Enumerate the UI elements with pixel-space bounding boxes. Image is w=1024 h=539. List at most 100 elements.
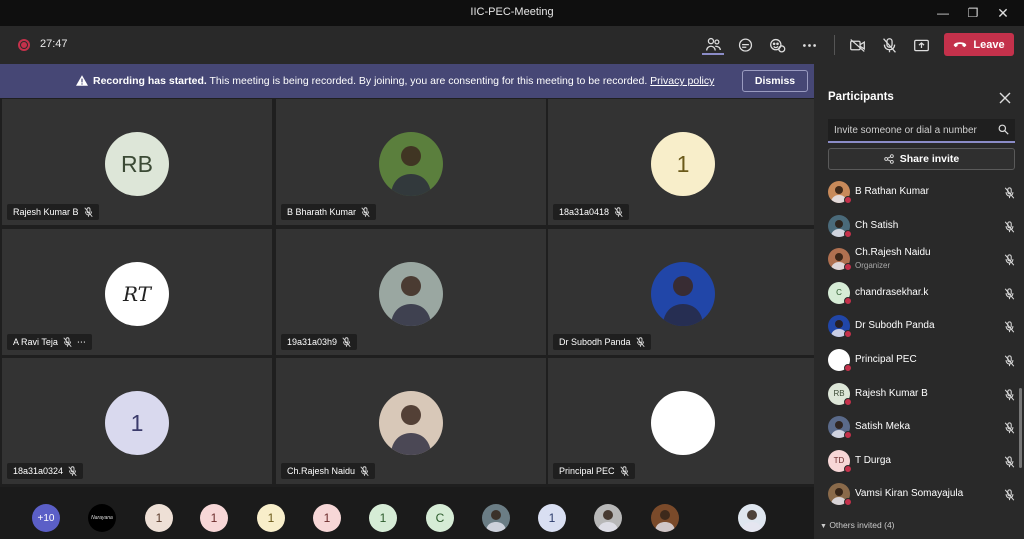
close-window-icon[interactable]: ✕ (988, 0, 1018, 26)
strip-avatar[interactable] (594, 504, 622, 532)
strip-avatar[interactable] (651, 504, 679, 532)
participant-initials: C (836, 288, 842, 298)
participant-avatar: RT (105, 262, 169, 326)
invite-input[interactable] (834, 123, 994, 137)
phone-hangup-icon (954, 41, 967, 47)
mic-off-icon[interactable] (878, 35, 900, 55)
mic-off-icon (361, 207, 370, 218)
privacy-policy-link[interactable]: Privacy policy (650, 75, 714, 87)
others-invited-toggle[interactable]: ▼ Others invited (4) (820, 520, 895, 530)
strip-avatar[interactable]: 1 (369, 504, 397, 532)
presence-status-icon (844, 431, 852, 440)
mic-off-icon (1004, 354, 1015, 372)
recording-banner: Recording has started. This meeting is b… (0, 64, 814, 98)
tile-name-label: Rajesh Kumar B (7, 204, 99, 220)
leave-label: Leave (973, 38, 1005, 51)
participant-list-item[interactable]: Ch Satish (828, 211, 1015, 241)
strip-avatar[interactable] (482, 504, 510, 532)
mic-off-icon (342, 337, 351, 348)
more-participants-badge[interactable]: +10 (32, 504, 60, 532)
video-tile[interactable]: B Bharath Kumar (276, 99, 546, 225)
participant-avatar (379, 262, 443, 326)
participant-avatar (379, 391, 443, 455)
camera-off-icon[interactable] (846, 35, 868, 55)
tile-name-label: 19a31a03h9 (281, 334, 358, 350)
strip-avatar[interactable]: 1 (257, 504, 285, 532)
people-icon[interactable] (702, 35, 724, 55)
participant-list-item[interactable]: Cchandrasekhar.k (828, 278, 1015, 308)
mic-off-icon (619, 466, 629, 477)
banner-text: Recording has started. This meeting is b… (93, 75, 714, 87)
participants-panel: Participants Share invite B Rathan Kumar… (814, 64, 1024, 539)
meeting-toolbar: 27:47 Leave (0, 26, 1024, 64)
participant-avatar (651, 262, 715, 326)
tile-name-label: 18a31a0418 (553, 204, 630, 220)
chevron-down-icon: ▼ (820, 523, 827, 530)
more-icon[interactable] (798, 35, 820, 55)
mic-off-icon (1004, 287, 1015, 305)
participant-name: Dr Subodh Panda (855, 320, 935, 332)
video-tile[interactable]: 1 18a31a0324 (2, 358, 272, 484)
participant-list-item[interactable]: TD T Durga (828, 446, 1015, 476)
tile-name-label: A Ravi Teja ⋯ (7, 334, 92, 350)
tile-name-label: Principal PEC (553, 463, 635, 479)
participant-list-item[interactable]: Dr Subodh Panda (828, 311, 1015, 341)
presence-status-icon (844, 263, 852, 272)
close-panel-icon[interactable] (998, 91, 1012, 105)
share-invite-button[interactable]: Share invite (828, 148, 1015, 170)
chat-icon[interactable] (734, 35, 756, 55)
participant-name: Vamsi Kiran Somayajula (855, 488, 964, 500)
video-tile[interactable]: 19a31a03h9 (276, 229, 546, 355)
presence-status-icon (844, 464, 852, 473)
participant-list-item[interactable]: Principal PEC (828, 345, 1015, 375)
participant-name: Principal PEC (855, 354, 917, 365)
mic-off-icon (1004, 186, 1015, 204)
video-tile[interactable]: Ch.Rajesh Naidu (276, 358, 546, 484)
video-tile[interactable]: 1 18a31a0418 (548, 99, 818, 225)
participant-avatar (828, 416, 852, 440)
strip-avatar[interactable]: 1 (538, 504, 566, 532)
warning-icon (76, 75, 88, 86)
mic-off-icon (1004, 320, 1015, 338)
participants-scrollbar[interactable] (1019, 388, 1022, 468)
strip-avatar[interactable]: 1 (313, 504, 341, 532)
video-tile[interactable]: RT A Ravi Teja ⋯ (2, 229, 272, 355)
maximize-icon[interactable]: ❐ (958, 0, 988, 26)
presence-status-icon (844, 296, 852, 305)
mic-off-icon (1004, 220, 1015, 238)
video-tile[interactable]: RB Rajesh Kumar B (2, 99, 272, 225)
participant-list-item[interactable]: Vamsi Kiran Somayajula (828, 479, 1015, 509)
strip-avatar[interactable]: Narayana (88, 504, 116, 532)
leave-button[interactable]: Leave (944, 33, 1014, 56)
video-tile[interactable]: Principal PEC (548, 358, 818, 484)
participant-list-item[interactable]: B Rathan Kumar (828, 177, 1015, 207)
mic-off-icon (1004, 253, 1015, 271)
title-bar: IIC-PEC-Meeting — ❐ ✕ (0, 0, 1024, 26)
share-screen-icon[interactable] (910, 35, 932, 55)
reactions-icon[interactable] (766, 35, 788, 55)
tile-name: A Ravi Teja (13, 337, 58, 347)
toolbar-divider (834, 35, 835, 55)
person-photo-icon (391, 146, 431, 196)
participant-list-item[interactable]: Ch.Rajesh Naidu Organizer (828, 244, 1015, 274)
share-invite-label: Share invite (899, 153, 960, 165)
strip-avatar[interactable]: 1 (200, 504, 228, 532)
mic-off-icon (63, 337, 72, 348)
participant-list-item[interactable]: Satish Meka (828, 412, 1015, 442)
participant-list-item[interactable]: RB Rajesh Kumar B (828, 379, 1015, 409)
presence-status-icon (844, 498, 852, 507)
participant-avatar: 1 (651, 132, 715, 196)
dismiss-button[interactable]: Dismiss (742, 70, 808, 92)
participant-avatar (828, 315, 852, 339)
search-icon[interactable] (998, 124, 1009, 135)
mic-off-icon (635, 337, 645, 348)
strip-avatar[interactable] (738, 504, 766, 532)
window-title: IIC-PEC-Meeting (470, 6, 554, 18)
more-icon[interactable]: ⋯ (77, 337, 86, 348)
video-tile[interactable]: Dr Subodh Panda (548, 229, 818, 355)
mic-off-icon (614, 207, 623, 218)
strip-avatar[interactable]: C (426, 504, 454, 532)
minimize-icon[interactable]: — (928, 0, 958, 26)
strip-avatar[interactable]: 1 (145, 504, 173, 532)
mic-off-icon (1004, 488, 1015, 506)
